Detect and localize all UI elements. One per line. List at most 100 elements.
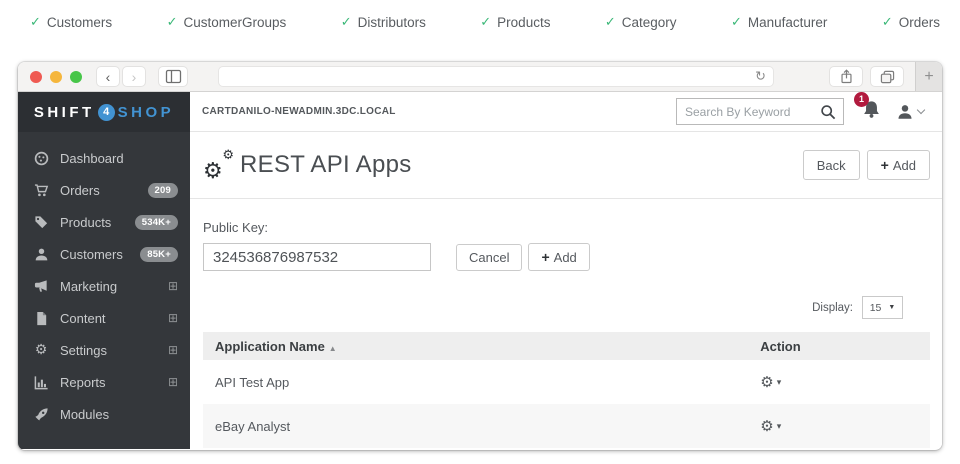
sidebar-item-orders[interactable]: Orders 209: [18, 174, 190, 206]
expand-icon[interactable]: ⊞: [168, 343, 178, 357]
notification-badge: 1: [854, 92, 869, 107]
action-menu-button[interactable]: ⚙ ▾: [760, 417, 781, 435]
sidebar-item-content[interactable]: Content ⊞: [18, 302, 190, 334]
workflow-step[interactable]: ✓ Orders: [882, 14, 940, 30]
page-content: Public Key: Cancel + Add Display: 15: [190, 199, 942, 448]
main-panel: CARTDANILO-NEWADMIN.3DC.LOCAL 1: [190, 92, 942, 449]
logo-4-badge: 4: [98, 104, 115, 121]
apps-table-body: API Test App ⚙ ▾ eBay Analyst ⚙ ▾: [203, 360, 930, 448]
workflow-step-label: Customers: [47, 15, 112, 30]
keyword-search[interactable]: [676, 98, 844, 125]
action-menu-button[interactable]: ⚙ ▾: [760, 373, 781, 391]
sidebar-item-label: Reports: [60, 375, 106, 390]
back-button[interactable]: ‹: [96, 66, 120, 87]
admin-sidebar: SHIFT 4 SHOP Dashboard Orders 209 Produc…: [18, 92, 190, 449]
minimize-button[interactable]: [50, 71, 62, 83]
user-account-icon: [896, 103, 914, 121]
breadcrumb: CARTDANILO-NEWADMIN.3DC.LOCAL: [202, 106, 396, 117]
gears-icon: ⚙: [33, 342, 49, 358]
dashboard-icon: [33, 151, 49, 166]
cart-icon: [33, 183, 49, 198]
caret-down-icon: ▾: [777, 421, 782, 432]
forward-button[interactable]: ›: [122, 66, 146, 87]
check-icon: ✓: [882, 14, 893, 30]
display-count-select[interactable]: 15 ▼: [862, 296, 903, 319]
dropdown-caret-icon: ▼: [888, 304, 895, 311]
workflow-step-label: CustomerGroups: [183, 15, 286, 30]
workflow-step[interactable]: ✓ Manufacturer: [731, 14, 827, 30]
close-button[interactable]: [30, 71, 42, 83]
expand-icon[interactable]: ⊞: [168, 375, 178, 389]
workflow-step[interactable]: ✓ Products: [480, 14, 550, 30]
column-action: Action: [748, 332, 930, 360]
sidebar-toggle-button[interactable]: [158, 66, 188, 87]
bar-chart-icon: [33, 375, 49, 390]
workflow-step-label: Distributors: [358, 15, 426, 30]
sidebar-item-reports[interactable]: Reports ⊞: [18, 366, 190, 398]
check-icon: ✓: [167, 14, 178, 30]
search-icon[interactable]: [820, 104, 836, 120]
gear-icon: ⚙: [760, 417, 773, 435]
check-icon: ✓: [480, 14, 491, 30]
sidebar-item-label: Orders: [60, 183, 100, 198]
check-icon: ✓: [605, 14, 616, 30]
page-title: REST API Apps: [240, 151, 412, 179]
plus-icon: +: [541, 249, 549, 265]
back-page-button[interactable]: Back: [803, 150, 860, 180]
check-icon: ✓: [731, 14, 742, 30]
display-label: Display:: [812, 302, 853, 314]
screen: ✓ Customers ✓ CustomerGroups ✓ Distribut…: [0, 0, 960, 464]
add-app-button[interactable]: + Add: [867, 150, 930, 180]
address-input[interactable]: [219, 71, 773, 83]
workflow-step[interactable]: ✓ Customers: [30, 14, 112, 30]
workflow-nav: ✓ Customers ✓ CustomerGroups ✓ Distribut…: [0, 0, 960, 44]
count-badge: 85K+: [140, 247, 178, 262]
gears-icon: ⚙ ⚙: [203, 151, 234, 179]
new-tab-button[interactable]: +: [915, 62, 942, 91]
reload-icon[interactable]: ↻: [755, 68, 766, 84]
sidebar-item-label: Modules: [60, 407, 109, 422]
sidebar-item-customers[interactable]: Customers 85K+: [18, 238, 190, 270]
sidebar-item-modules[interactable]: Modules: [18, 398, 190, 430]
workflow-step[interactable]: ✓ Distributors: [341, 14, 426, 30]
workflow-step[interactable]: ✓ CustomerGroups: [167, 14, 287, 30]
count-badge: 534K+: [135, 215, 178, 230]
workflow-step-label: Category: [622, 15, 677, 30]
workflow-step-label: Products: [497, 15, 550, 30]
expand-icon[interactable]: ⊞: [168, 279, 178, 293]
workflow-step[interactable]: ✓ Category: [605, 14, 677, 30]
document-icon: [33, 311, 49, 326]
rocket-icon: [33, 407, 49, 422]
share-icon: [840, 69, 853, 84]
expand-icon[interactable]: ⊞: [168, 311, 178, 325]
logo-text-shop: SHOP: [118, 104, 175, 121]
sidebar-item-dashboard[interactable]: Dashboard: [18, 142, 190, 174]
confirm-add-button[interactable]: + Add: [528, 243, 589, 271]
column-application-name[interactable]: Application Name▲: [203, 332, 748, 360]
public-key-input[interactable]: [203, 243, 431, 271]
public-key-label: Public Key:: [203, 220, 930, 235]
user-icon: [33, 247, 49, 262]
tags-icon: [33, 215, 49, 230]
cancel-button[interactable]: Cancel: [456, 244, 522, 271]
apps-table: Application Name▲ Action API Test App ⚙ …: [203, 332, 930, 448]
sidebar-item-settings[interactable]: ⚙ Settings ⊞: [18, 334, 190, 366]
megaphone-icon: [33, 279, 49, 294]
sidebar-item-label: Settings: [60, 343, 107, 358]
sidebar-item-label: Products: [60, 215, 111, 230]
caret-down-icon: ▾: [777, 377, 782, 388]
table-header-row: Application Name▲ Action: [203, 332, 930, 360]
notifications-button[interactable]: 1: [862, 100, 881, 124]
tab-overview-button[interactable]: [870, 66, 904, 87]
sidebar-item-marketing[interactable]: Marketing ⊞: [18, 270, 190, 302]
user-menu-button[interactable]: [896, 103, 924, 121]
browser-toolbar: ‹ › ↻ +: [18, 62, 942, 92]
search-input[interactable]: [685, 105, 820, 119]
zoom-button[interactable]: [70, 71, 82, 83]
app-name-cell: eBay Analyst: [203, 404, 748, 448]
share-button[interactable]: [829, 66, 863, 87]
plus-icon: +: [881, 157, 889, 173]
shift4shop-logo[interactable]: SHIFT 4 SHOP: [18, 92, 190, 132]
address-bar[interactable]: ↻: [218, 66, 774, 87]
sidebar-item-products[interactable]: Products 534K+: [18, 206, 190, 238]
